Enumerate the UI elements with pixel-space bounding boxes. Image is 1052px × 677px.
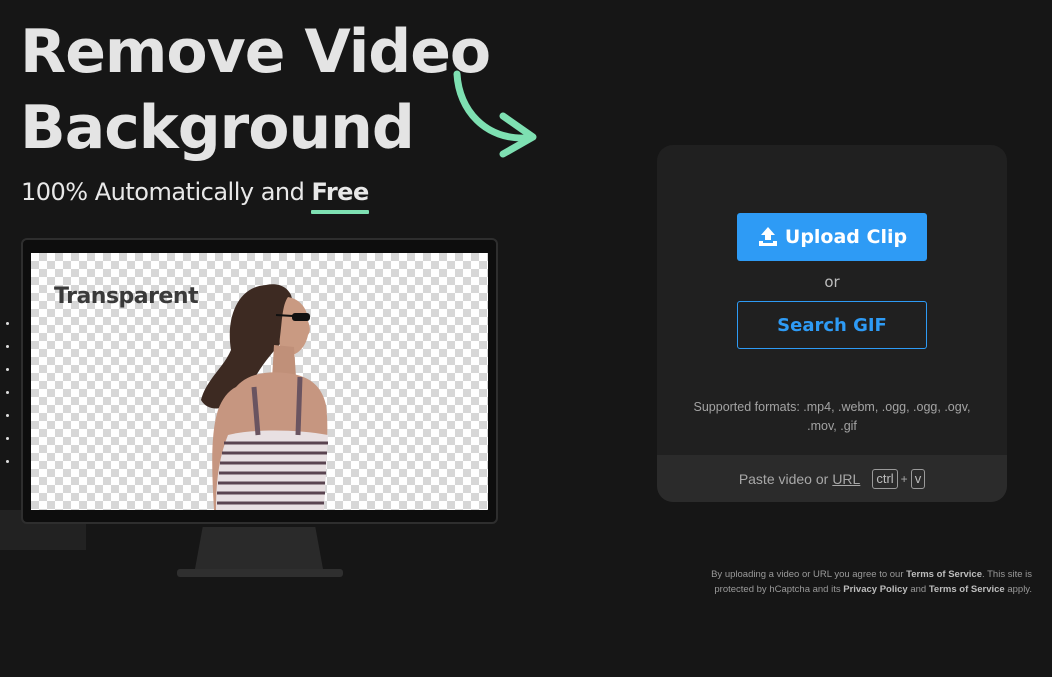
upload-clip-button[interactable]: Upload Clip	[737, 213, 927, 261]
page-subtitle: 100% Automatically and Free	[21, 178, 369, 214]
paste-prefix: Paste video or	[738, 470, 829, 487]
monitor-stand	[195, 527, 323, 569]
or-separator: or	[824, 273, 840, 291]
terms-of-service-link-2[interactable]: Terms of Service	[929, 584, 1005, 595]
preview-label: Transparent	[54, 284, 199, 309]
search-gif-label: Search GIF	[777, 314, 887, 336]
legal-text-1: By uploading a video or URL you agree to…	[711, 569, 907, 580]
monitor-preview: Transparent	[21, 238, 498, 524]
v-key: v	[910, 468, 926, 489]
title-line-1: Remove Video	[20, 17, 491, 87]
legal-text-4: apply.	[1004, 584, 1032, 595]
subtitle-emphasis: Free	[311, 178, 369, 214]
plus-sign: +	[900, 471, 908, 486]
legal-notice: By uploading a video or URL you agree to…	[672, 567, 1032, 597]
curved-arrow-icon	[453, 70, 537, 158]
legal-text-3: and	[907, 584, 929, 595]
supported-formats-text: Supported formats: .mp4, .webm, .ogg, .o…	[693, 400, 971, 433]
upload-clip-label: Upload Clip	[784, 226, 908, 248]
woman-cutout-image	[201, 284, 328, 510]
paste-bar[interactable]: Paste video or URL ctrl + v	[657, 455, 1007, 502]
subtitle-prefix: 100% Automatically and	[21, 178, 312, 206]
terms-of-service-link[interactable]: Terms of Service	[906, 569, 982, 580]
search-gif-button[interactable]: Search GIF	[737, 301, 927, 349]
transparent-preview-screen: Transparent	[31, 253, 488, 510]
page-title: Remove Video Background	[20, 14, 491, 166]
decorative-dots	[6, 322, 9, 483]
title-line-2: Background	[20, 93, 415, 163]
ctrl-key: ctrl	[872, 468, 898, 489]
upload-card: Upload Clip or Search GIF Supported form…	[657, 145, 1007, 502]
upload-icon	[758, 227, 777, 246]
monitor-base	[177, 569, 343, 577]
paste-url-link[interactable]: URL	[832, 471, 860, 487]
privacy-policy-link[interactable]: Privacy Policy	[843, 584, 907, 595]
